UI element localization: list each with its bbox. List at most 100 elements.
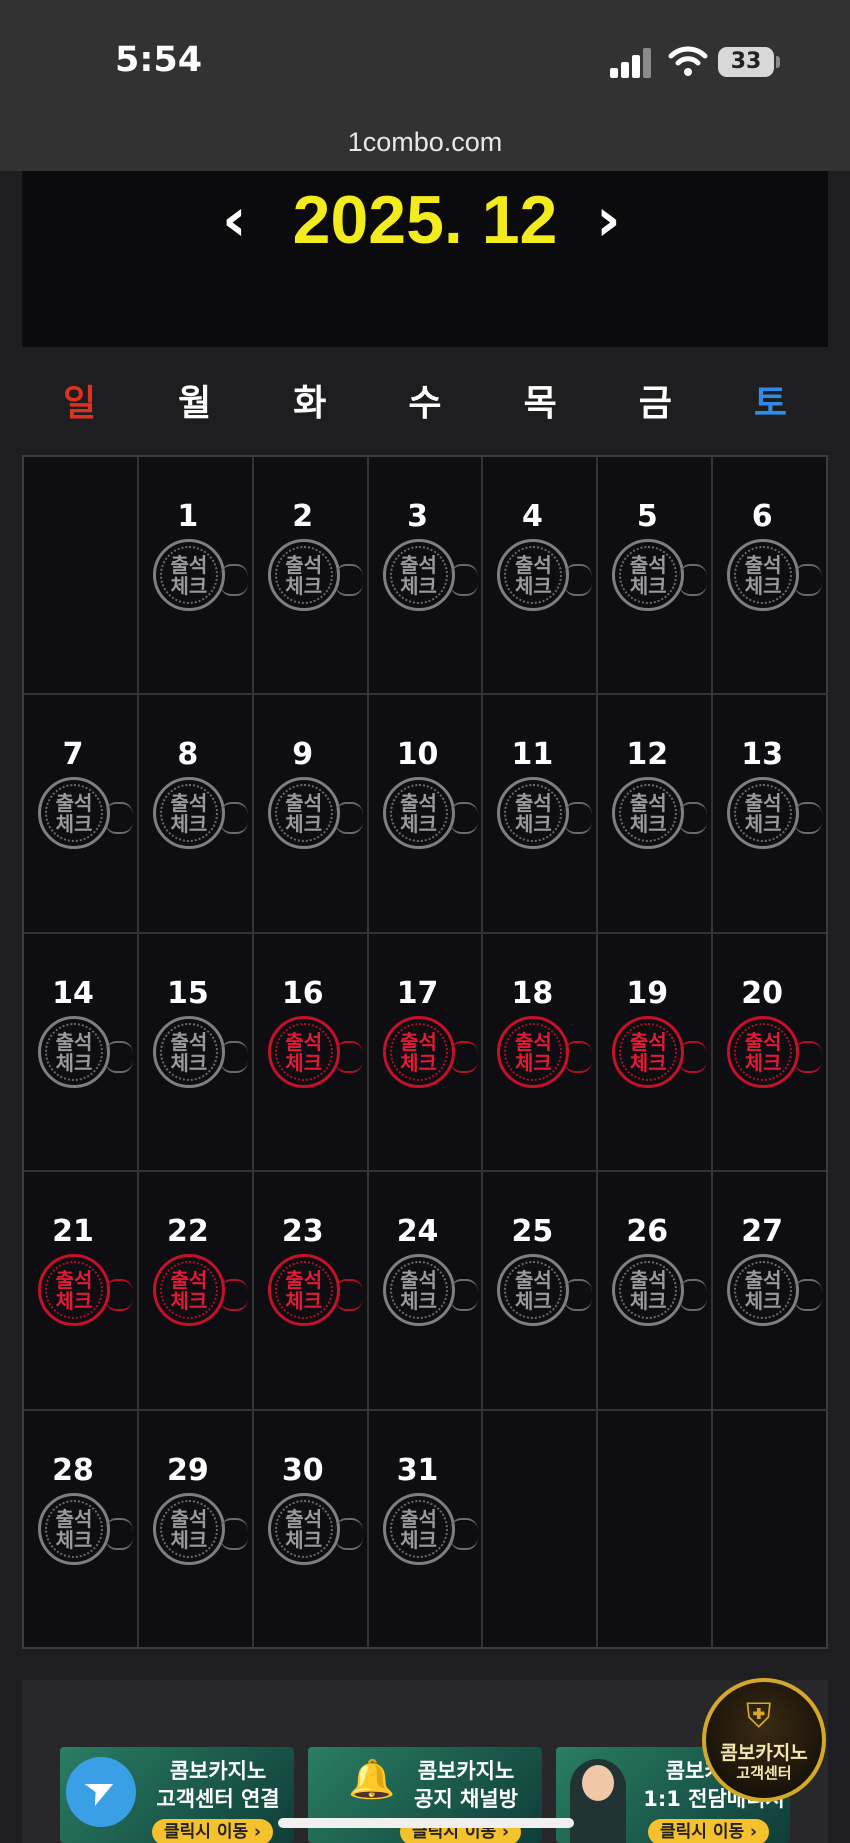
stamp-wave [679, 802, 708, 835]
attendance-stamp-icon: 출석 체크 [612, 539, 708, 611]
stamp-text: 출석 [744, 791, 782, 816]
stamp-text: 체크 [629, 574, 667, 598]
stamp-text: 체크 [515, 574, 552, 598]
banner-notice[interactable]: 🔔 콤보카지노 공지 채널방 클릭시 이동 › [308, 1747, 542, 1843]
calendar-day-cell[interactable]: 2 출석 체크 [253, 457, 367, 694]
stamp-text: 출석 [170, 1268, 208, 1293]
stamp-text: 출석 [285, 1506, 323, 1531]
attendance-stamp-icon: 출석 체크 [152, 777, 248, 850]
stamp-text: 체크 [170, 812, 208, 837]
calendar-day-cell[interactable]: 7 출석 체크 [24, 695, 137, 932]
attendance-stamp-checked-icon: 출석 체크 [727, 1015, 823, 1088]
calendar-day-cell[interactable]: 3 출석 체크 [368, 457, 482, 694]
calendar-empty-cell [483, 1410, 597, 1647]
calendar-day-cell[interactable]: 31 출석 체크 [368, 1410, 482, 1647]
calendar-day-cell[interactable]: 12 출석 체크 [598, 695, 712, 932]
banner-cta[interactable]: 클릭시 이동 › [648, 1819, 770, 1843]
day-number: 13 [741, 737, 784, 773]
calendar-day-cell[interactable]: 20 출석 체크 [713, 933, 826, 1171]
stamp-text: 체크 [55, 1527, 93, 1552]
cs-badge-subtitle: 고객센터 [736, 1764, 792, 1782]
day-number: 20 [741, 975, 784, 1011]
calendar-day-cell[interactable]: 24 출석 체크 [368, 1172, 482, 1409]
calendar-empty-cell [713, 1410, 826, 1647]
calendar-day-cell[interactable]: 16 출석 체크 [253, 933, 367, 1171]
stamp-text: 출석 [400, 553, 437, 577]
stamp-text: 체크 [744, 812, 782, 837]
attendance-stamp-checked-icon: 출석 체크 [152, 1254, 248, 1327]
banner-subtitle: 고객센터 연결 [156, 1787, 280, 1811]
stamp-text: 출석 [55, 1268, 93, 1293]
weekday-label: 월 [178, 383, 212, 424]
calendar-day-cell[interactable]: 4 출석 체크 [483, 457, 597, 694]
day-number: 21 [52, 1214, 94, 1250]
day-number: 16 [281, 975, 324, 1011]
stamp-text: 출석 [285, 1268, 323, 1293]
attendance-stamp-icon: 출석 체크 [382, 1254, 478, 1327]
calendar-day-cell[interactable]: 18 출석 체크 [483, 933, 597, 1171]
stamp-wave [794, 1040, 823, 1073]
calendar-day-cell[interactable]: 1 출석 체크 [138, 457, 252, 694]
stamp-text: 출석 [400, 1029, 437, 1054]
stamp-wave [105, 802, 133, 835]
calendar-day-cell[interactable]: 13 출석 체크 [713, 695, 826, 932]
calendar-day-cell[interactable]: 15 출석 체크 [138, 933, 252, 1171]
banner-row: 콤보카지노고객센터 연결 클릭시 이동 › 🔔 콤보카지노공지 채널방 클릭시 … [60, 1747, 800, 1843]
prev-month-icon[interactable]: ‹ [222, 180, 247, 260]
calendar-day-cell[interactable]: 14 출석 체크 [24, 933, 137, 1171]
attendance-stamp-icon: 출석 체크 [152, 1015, 248, 1088]
calendar-day-cell[interactable]: 5 출석 체크 [598, 457, 712, 694]
day-number: 15 [166, 975, 209, 1011]
stamp-wave [679, 1279, 708, 1312]
stamp-text: 체크 [170, 574, 208, 598]
calendar-day-cell[interactable]: 11 출석 체크 [483, 695, 597, 932]
calendar-day-cell[interactable]: 8 출석 체크 [138, 695, 252, 932]
stamp-text: 체크 [515, 1289, 552, 1314]
weekday-label: 목 [523, 383, 557, 424]
stamp-wave [219, 1517, 248, 1550]
calendar-day-cell[interactable]: 25 출석 체크 [483, 1172, 597, 1409]
calendar-day-cell[interactable]: 28 출석 체크 [24, 1410, 137, 1647]
stamp-text: 체크 [629, 812, 667, 837]
calendar-day-cell[interactable]: 26 출석 체크 [598, 1172, 712, 1409]
calendar-day-cell[interactable]: 29 출석 체크 [138, 1410, 252, 1647]
next-month-icon[interactable]: › [596, 180, 621, 260]
wifi-icon [668, 46, 708, 76]
stamp-text: 체크 [170, 1527, 208, 1552]
day-number: 27 [741, 1214, 784, 1250]
stamp-text: 체크 [400, 1527, 437, 1552]
day-number: 8 [177, 737, 199, 773]
day-number: 29 [166, 1452, 209, 1488]
calendar-day-cell[interactable]: 6 출석 체크 [713, 457, 826, 694]
calendar-day-cell[interactable]: 9 출석 체크 [253, 695, 367, 932]
calendar-day-cell[interactable]: 21 출석 체크 [24, 1172, 137, 1409]
calendar-day-cell[interactable]: 22 출석 체크 [138, 1172, 252, 1409]
day-number: 26 [626, 1214, 669, 1250]
calendar-day-cell[interactable]: 30 출석 체크 [253, 1410, 367, 1647]
calendar-day-cell[interactable]: 17 출석 체크 [368, 933, 482, 1171]
day-number: 9 [292, 737, 314, 773]
attendance-stamp-icon: 출석 체크 [382, 1492, 478, 1565]
stamp-wave [449, 802, 478, 835]
stamp-text: 출석 [629, 1029, 667, 1054]
attendance-stamp-icon: 출석 체크 [152, 1492, 248, 1565]
stamp-text: 체크 [744, 1289, 782, 1314]
calendar-day-cell[interactable]: 27 출석 체크 [713, 1172, 826, 1409]
weekday-label: 금 [638, 383, 672, 424]
stamp-text: 출석 [170, 553, 208, 577]
stamp-wave [564, 564, 593, 596]
banner-support[interactable]: 콤보카지노고객센터 연결 클릭시 이동 › [60, 1747, 294, 1843]
banner-cta[interactable]: 클릭시 이동 › [152, 1819, 274, 1843]
stamp-wave [449, 564, 478, 596]
stamp-wave [564, 802, 593, 835]
day-number: 2 [292, 499, 314, 534]
attendance-stamp-checked-icon: 출석 체크 [382, 1015, 478, 1088]
calendar-day-cell[interactable]: 19 출석 체크 [598, 933, 712, 1171]
calendar-day-cell[interactable]: 10 출석 체크 [368, 695, 482, 932]
day-number: 4 [521, 499, 543, 534]
stamp-text: 체크 [285, 1050, 323, 1075]
stamp-text: 체크 [55, 812, 93, 837]
calendar-day-cell[interactable]: 23 출석 체크 [253, 1172, 367, 1409]
address-bar-url[interactable]: 1combo.com [0, 125, 850, 171]
customer-center-button[interactable]: ⛨ 콤보카지노 고객센터 [702, 1678, 826, 1802]
